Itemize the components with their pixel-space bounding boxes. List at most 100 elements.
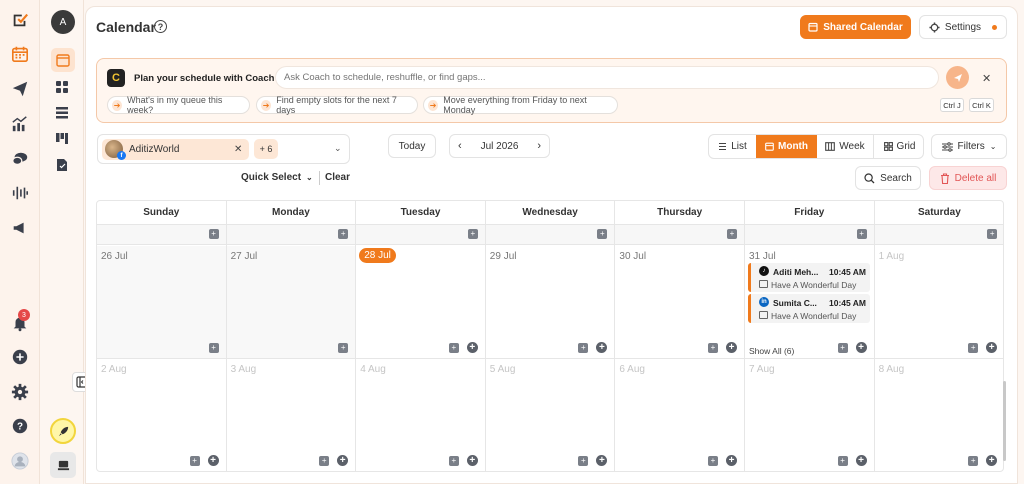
delete-all-button[interactable]: Delete all [929,166,1007,190]
coach-suggestion-chip[interactable]: ➔ Move everything from Friday to next Mon… [423,95,618,115]
day-cell[interactable]: 26 Jul + [97,246,226,359]
inbox-chat-icon[interactable] [10,149,30,169]
add-note-icon[interactable]: + [856,229,867,239]
calendar-view-icon[interactable] [51,48,75,72]
secondary-sidebar: A [40,0,92,484]
add-note-icon[interactable]: + [448,343,459,353]
add-post-icon[interactable]: + [207,455,219,466]
account-avatar[interactable]: A [51,10,75,34]
linkedin-icon: in [759,297,769,307]
grid-apps-icon[interactable] [55,80,69,97]
settings-gear-icon[interactable] [10,382,30,402]
add-note-icon[interactable]: + [837,456,848,466]
add-post-icon[interactable]: + [466,455,478,466]
add-note-icon[interactable]: + [338,343,349,353]
settings-button[interactable]: Settings [919,15,1007,39]
coach-input[interactable] [275,66,939,89]
add-post-icon[interactable]: + [466,342,478,353]
add-note-icon[interactable]: + [208,229,219,239]
add-note-icon[interactable]: + [726,229,737,239]
today-button[interactable]: Today [388,134,436,158]
coach-suggestion-chip[interactable]: ➔ Find empty slots for the next 7 days [256,95,418,115]
help-circle-icon[interactable]: ? [154,20,167,33]
day-cell[interactable]: 7 Aug + + [745,359,874,471]
day-cell[interactable]: 2 Aug + + [97,359,226,471]
add-note-icon[interactable]: + [448,456,459,466]
day-cell[interactable]: 30 Jul + + [615,246,744,359]
add-note-icon[interactable]: + [597,229,608,239]
app-logo-icon[interactable] [10,10,30,30]
add-note-icon[interactable]: + [189,456,200,466]
analytics-icon[interactable] [10,114,30,134]
day-cell[interactable]: 1 Aug + + [874,246,1003,359]
prev-month-icon[interactable]: ‹ [458,140,462,152]
day-cell[interactable]: 31 Jul ♪ Aditi Meh... 10:45 AM Have A Wonder… [745,246,874,359]
add-note-icon[interactable]: + [578,343,589,353]
scheduled-post-card[interactable]: in Sumita C... 10:45 AM Have A Wonderful Da… [748,294,870,323]
help-icon[interactable]: ? [10,416,30,436]
view-week-button[interactable]: Week [817,135,874,158]
add-note-icon[interactable]: + [208,343,219,353]
day-cell[interactable]: 27 Jul + [226,246,356,359]
desktop-app-icon[interactable] [50,452,76,478]
remove-account-icon[interactable]: ✕ [234,144,242,155]
add-note-icon[interactable]: + [968,343,979,353]
day-cell[interactable]: 29 Jul + + [485,246,615,359]
ads-megaphone-icon[interactable] [10,218,30,238]
day-cell[interactable]: 6 Aug + + [615,359,744,471]
next-month-icon[interactable]: › [537,140,541,152]
add-post-icon[interactable]: + [725,342,737,353]
rocket-icon[interactable] [50,418,76,444]
coach-suggestion-chip[interactable]: ➔ What's in my queue this week? [107,95,250,115]
add-note-icon[interactable]: + [837,343,848,353]
add-note-icon[interactable]: + [707,456,718,466]
add-post-icon[interactable]: + [986,455,998,466]
view-month-button[interactable]: Month [756,135,817,158]
notifications-bell-icon[interactable]: 3 [10,309,30,333]
coach-send-button[interactable] [946,66,969,89]
filters-button[interactable]: Filters ⌄ [931,134,1007,159]
show-all-link[interactable]: Show All (6) [749,346,794,356]
document-icon[interactable] [55,158,69,175]
day-cell[interactable]: 8 Aug + + [875,359,1003,471]
add-circle-icon[interactable] [10,347,30,367]
publish-send-icon[interactable] [10,79,30,99]
list-rows-icon[interactable] [55,106,69,123]
all-day-row: + [226,225,356,245]
add-note-icon[interactable]: + [987,229,998,239]
add-note-icon[interactable]: + [578,456,589,466]
add-note-icon[interactable]: + [707,343,718,353]
add-post-icon[interactable]: + [855,455,867,466]
profile-avatar-icon[interactable] [10,451,30,471]
add-post-icon[interactable]: + [596,455,608,466]
chevron-down-icon[interactable]: ⌄ [334,143,342,154]
day-column: Sunday +26 Jul +2 Aug + + [97,201,227,471]
calendar-nav-icon[interactable] [10,44,30,64]
add-note-icon[interactable]: + [968,456,979,466]
view-grid-button[interactable]: Grid [874,135,923,158]
add-note-icon[interactable]: + [319,456,330,466]
clear-button[interactable]: Clear [325,172,350,183]
add-post-icon[interactable]: + [725,455,737,466]
add-post-icon[interactable]: + [986,342,998,353]
listening-wave-icon[interactable] [10,183,30,203]
add-note-icon[interactable]: + [467,229,478,239]
quick-select-dropdown[interactable]: Quick Select ⌄ [241,172,313,183]
kanban-board-icon[interactable] [55,132,69,149]
coach-close-icon[interactable]: ✕ [982,72,991,85]
chevron-down-icon: ⌄ [989,142,997,151]
add-post-icon[interactable]: + [855,342,867,353]
day-cell[interactable]: 5 Aug + + [486,359,615,471]
add-post-icon[interactable]: + [337,455,349,466]
add-post-icon[interactable]: + [596,342,608,353]
day-cell[interactable]: 3 Aug + + [227,359,356,471]
calendar-scrollbar[interactable] [1003,381,1006,461]
day-cell[interactable]: 28 Jul + + [356,246,485,359]
scheduled-post-card[interactable]: ♪ Aditi Meh... 10:45 AM Have A Wonderful Da… [748,263,870,292]
more-accounts-badge[interactable]: + 6 [254,139,278,159]
day-cell[interactable]: 4 Aug + + [356,359,485,471]
view-list-button[interactable]: List [709,135,756,158]
add-note-icon[interactable]: + [338,229,349,239]
search-button[interactable]: Search [855,166,921,190]
shared-calendar-button[interactable]: Shared Calendar [800,15,911,39]
